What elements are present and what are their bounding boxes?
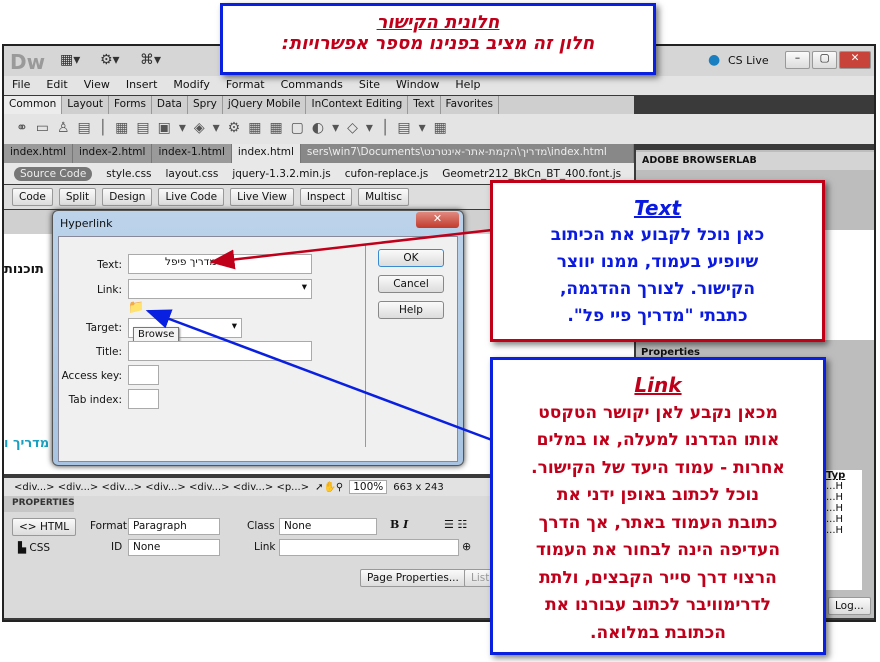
callout-line: מכאן נקבע לאן יקושר הטקסט: [538, 402, 778, 423]
callout-line: נוכל לכתוב באופן ידני את: [556, 485, 760, 505]
text-arrow: [209, 228, 493, 270]
callout-line: אחרות - עמוד היעד של הקישור.: [531, 457, 785, 478]
callout-line: אותו הגדרנו למעלה, או במלים: [536, 430, 780, 450]
link-arrow: [145, 309, 493, 442]
callout-line: לדרימוויבר לכתוב עבורנו את: [545, 595, 771, 615]
callout-line: הכתובת במלואה.: [590, 622, 726, 643]
callout-line: הקישור. לצורך ההדגמה,: [559, 279, 756, 299]
callout-line: כתובת העמוד באתר, אך הדרך: [538, 512, 778, 533]
title-callout: חלונית הקישור חלון זה מציב בפנינו מספר א…: [220, 3, 656, 75]
callout-line: הרצוי דרך סייר הקבצים, ולתת: [539, 567, 777, 588]
callout-line: כאן נוכל לקבוע את הכיתוב: [550, 225, 765, 245]
callout-line: שיופיע בעמוד, ממנו יווצר: [556, 252, 759, 272]
text-callout: Text כאן נוכל לקבוע את הכיתוב שיופיע בעמ…: [490, 180, 825, 342]
callout-subtitle: חלון זה מציב בפנינו מספר אפשרויות:: [281, 33, 595, 54]
callout-line: העדיפה הינה לבחור את העמוד: [535, 540, 781, 560]
callout-title: Text: [633, 196, 682, 220]
callout-title: Link: [634, 373, 682, 397]
callout-title: חלונית הקישור: [376, 12, 500, 33]
link-callout: Link מכאן נקבע לאן יקושר הטקסט אותו הגדר…: [490, 357, 826, 655]
callout-line: כתבתי "מדריך פיי פל".: [567, 306, 748, 326]
